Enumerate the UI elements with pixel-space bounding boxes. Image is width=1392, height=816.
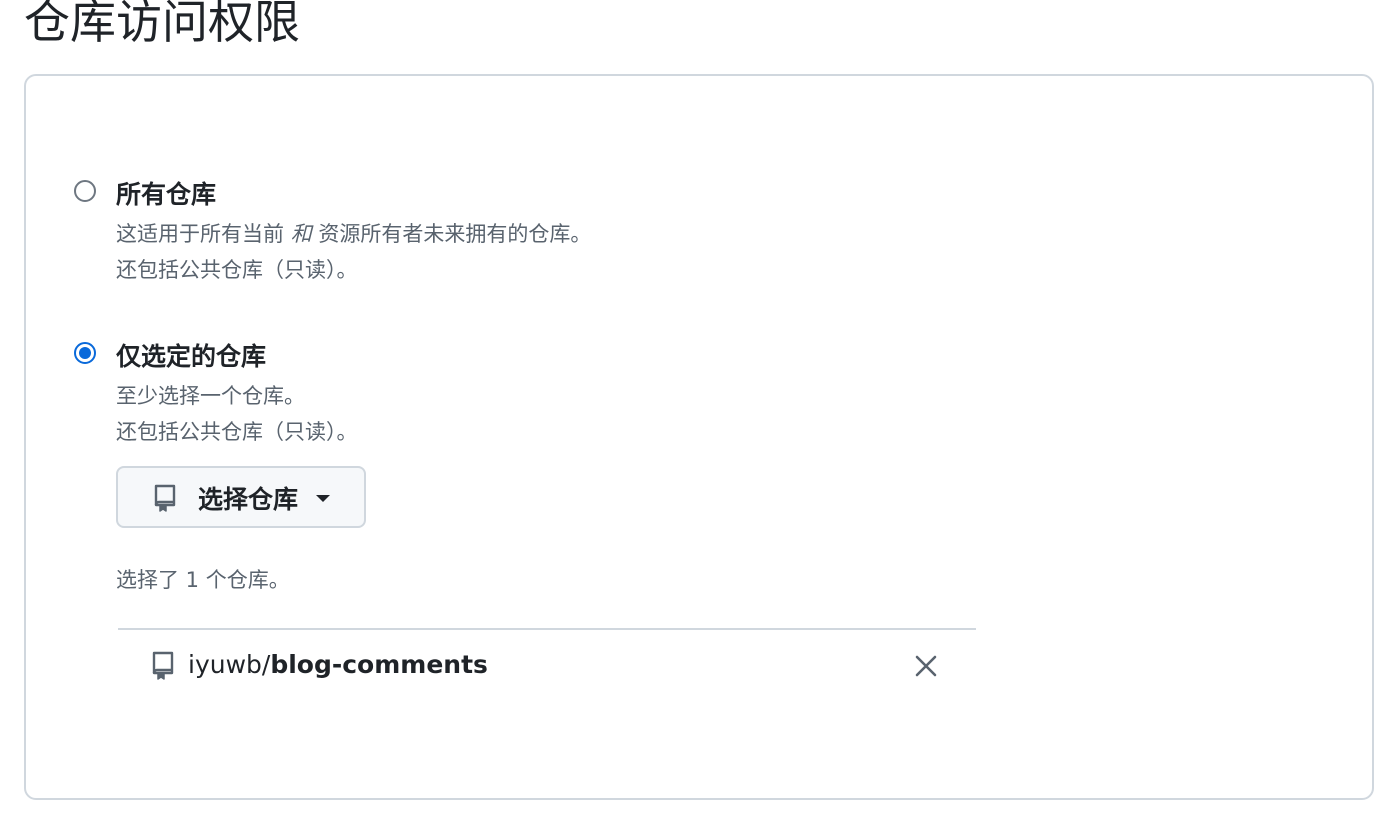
repo-icon — [152, 483, 178, 517]
option-selected-label: 仅选定的仓库 — [116, 342, 267, 371]
caret-down-icon — [316, 495, 330, 502]
repo-icon — [150, 650, 176, 686]
option-all-label: 所有仓库 — [116, 180, 217, 209]
radio-selected-repositories[interactable] — [74, 342, 96, 364]
option-selected-description: 至少选择一个仓库。 — [116, 384, 305, 408]
selected-count-text: 选择了 1 个仓库。 — [116, 568, 290, 592]
remove-repo-close-icon[interactable] — [914, 654, 938, 678]
option-selected-description-line2: 还包括公共仓库（只读）。 — [116, 420, 358, 444]
selected-repo-list: iyuwb/blog-comments — [118, 628, 976, 710]
option-all-description-line2: 还包括公共仓库（只读）。 — [116, 258, 358, 282]
repo-name: blog-comments — [270, 650, 488, 679]
radio-all-repositories[interactable] — [74, 180, 96, 202]
select-repositories-button[interactable]: 选择仓库 — [116, 466, 366, 528]
page-title: 仓库访问权限 — [24, 0, 300, 49]
list-item: iyuwb/blog-comments — [118, 630, 976, 702]
repository-access-panel: 所有仓库 这适用于所有当前 和 资源所有者未来拥有的仓库。 还包括公共仓库（只读… — [24, 74, 1374, 800]
select-repositories-label: 选择仓库 — [198, 485, 299, 514]
repo-full-name: iyuwb/blog-comments — [188, 650, 488, 679]
option-all-description: 这适用于所有当前 和 资源所有者未来拥有的仓库。 — [116, 222, 592, 246]
repo-owner: iyuwb/ — [188, 650, 271, 679]
